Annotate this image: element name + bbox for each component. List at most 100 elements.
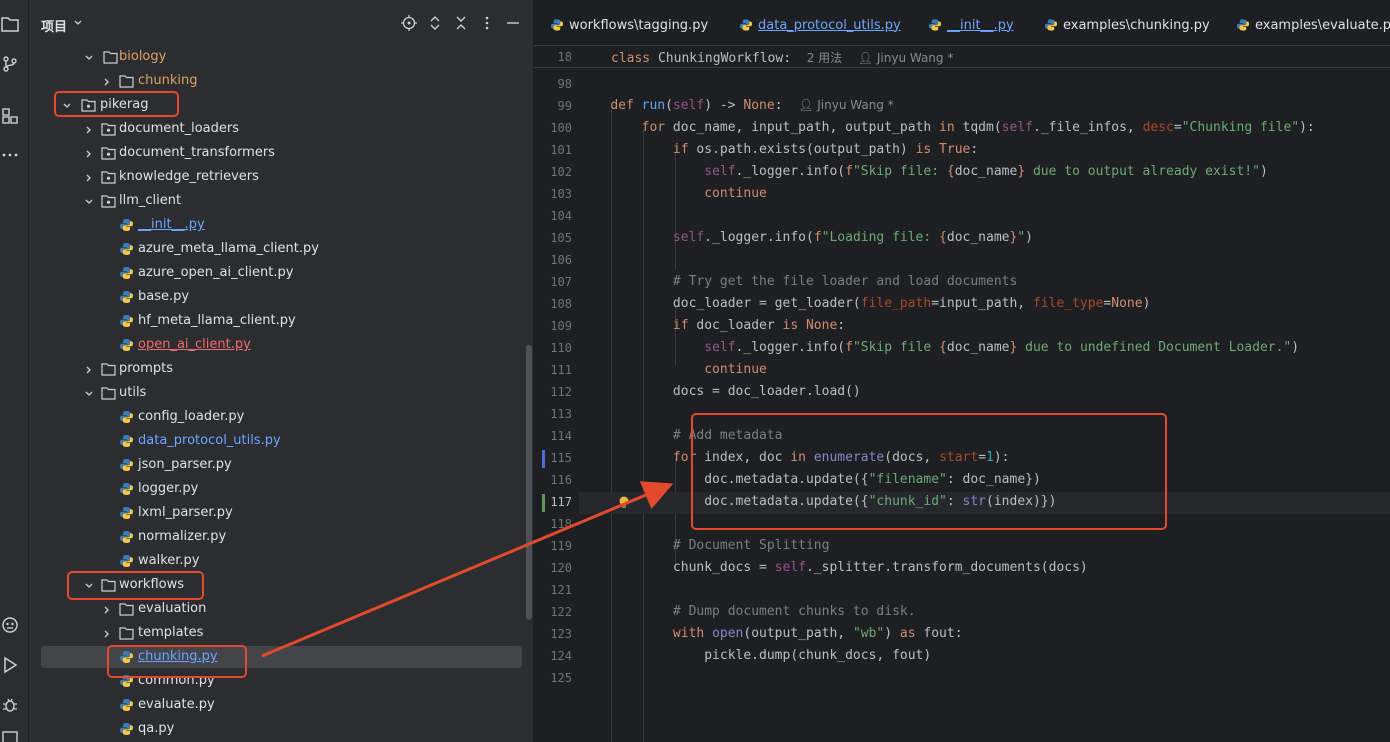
code-line[interactable]: def run(self) -> None: 👤︎ Jinyu Wang *: [579, 98, 893, 113]
tree-folder[interactable]: workflows: [29, 573, 529, 597]
collapse-all-icon[interactable]: [453, 15, 469, 31]
run-icon[interactable]: [0, 655, 20, 675]
line-number[interactable]: 101: [534, 143, 572, 157]
tree-file[interactable]: walker.py: [29, 549, 529, 573]
code-line[interactable]: if os.path.exists(output_path) is True:: [579, 142, 978, 157]
tree-folder[interactable]: pikerag: [29, 93, 529, 117]
tree-file[interactable]: chunking.py: [29, 645, 529, 669]
debug-icon[interactable]: [0, 695, 20, 715]
tree-folder[interactable]: knowledge_retrievers: [29, 165, 529, 189]
chevron-right-icon[interactable]: [84, 148, 94, 158]
line-number[interactable]: 110: [534, 341, 572, 355]
line-number[interactable]: 106: [534, 253, 572, 267]
tree-file[interactable]: common.py: [29, 669, 529, 693]
code-line[interactable]: pickle.dump(chunk_docs, fout): [579, 648, 931, 663]
line-number[interactable]: 118: [534, 517, 572, 531]
expand-all-icon[interactable]: [427, 15, 443, 31]
editor-tab[interactable]: workflows\tagging.py: [550, 15, 708, 35]
editor-tab[interactable]: __init__.py: [928, 15, 1014, 35]
code-line[interactable]: # Try get the file loader and load docum…: [579, 274, 1017, 289]
line-number[interactable]: 114: [534, 429, 572, 443]
chevron-down-icon[interactable]: [84, 388, 94, 398]
terminal-icon[interactable]: [0, 728, 20, 742]
line-number[interactable]: 108: [534, 297, 572, 311]
editor-tab[interactable]: examples\evaluate.py: [1236, 15, 1390, 35]
chevron-down-icon[interactable]: [73, 18, 83, 28]
tree-file[interactable]: hf_meta_llama_client.py: [29, 309, 529, 333]
chevron-right-icon[interactable]: [84, 364, 94, 374]
chevron-right-icon[interactable]: [84, 124, 94, 134]
line-number[interactable]: 121: [534, 583, 572, 597]
code-line[interactable]: doc_loader = get_loader(file_path=input_…: [579, 296, 1150, 311]
tree-scrollbar[interactable]: [526, 345, 532, 620]
line-number[interactable]: 98: [534, 77, 572, 91]
code-line[interactable]: self._logger.info(f"Loading file: {doc_n…: [579, 230, 1033, 245]
tree-file[interactable]: open_ai_client.py: [29, 333, 529, 357]
code-line[interactable]: for doc_name, input_path, output_path in…: [579, 120, 1315, 135]
code-line[interactable]: self._logger.info(f"Skip file: {doc_name…: [579, 164, 1268, 179]
lightbulb-icon[interactable]: [618, 495, 630, 515]
tree-folder[interactable]: biology: [29, 45, 529, 69]
line-number[interactable]: 102: [534, 165, 572, 179]
project-title[interactable]: 项目: [41, 16, 67, 35]
code-line[interactable]: for index, doc in enumerate(docs, start=…: [579, 450, 1010, 465]
chevron-right-icon[interactable]: [102, 76, 112, 86]
code-line[interactable]: continue: [579, 186, 767, 201]
line-number[interactable]: 111: [534, 363, 572, 377]
code-line[interactable]: doc.metadata.update({"chunk_id": str(ind…: [579, 494, 1056, 509]
chevron-down-icon[interactable]: [84, 196, 94, 206]
tree-file[interactable]: azure_meta_llama_client.py: [29, 237, 529, 261]
tree-folder[interactable]: templates: [29, 621, 529, 645]
line-number[interactable]: 113: [534, 407, 572, 421]
minimize-icon[interactable]: [505, 15, 521, 31]
ai-assistant-icon[interactable]: [0, 615, 20, 635]
line-number[interactable]: 122: [534, 605, 572, 619]
code-line[interactable]: with open(output_path, "wb") as fout:: [579, 626, 963, 641]
usages-hint[interactable]: 2 用法: [807, 51, 842, 65]
editor-tab[interactable]: examples\chunking.py: [1044, 15, 1210, 35]
tree-file[interactable]: qa.py: [29, 717, 529, 741]
code-line[interactable]: chunk_docs = self._splitter.transform_do…: [579, 560, 1088, 575]
code-line[interactable]: # Document Splitting: [579, 538, 830, 553]
line-number[interactable]: 115: [534, 451, 572, 465]
chevron-right-icon[interactable]: [102, 604, 112, 614]
code-line[interactable]: # Dump document chunks to disk.: [579, 604, 916, 619]
line-number[interactable]: 116: [534, 473, 572, 487]
line-number[interactable]: 107: [534, 275, 572, 289]
line-number[interactable]: 125: [534, 671, 572, 685]
tree-file[interactable]: __init__.py: [29, 213, 529, 237]
tree-file[interactable]: logger.py: [29, 477, 529, 501]
line-number[interactable]: 124: [534, 649, 572, 663]
chevron-down-icon[interactable]: [84, 580, 94, 590]
code-line[interactable]: docs = doc_loader.load(): [579, 384, 861, 399]
line-number[interactable]: 100: [534, 121, 572, 135]
code-line[interactable]: self._logger.info(f"Skip file {doc_name}…: [579, 340, 1299, 355]
line-number[interactable]: 117: [534, 495, 572, 509]
tree-file[interactable]: base.py: [29, 285, 529, 309]
line-number[interactable]: 103: [534, 187, 572, 201]
tree-file[interactable]: json_parser.py: [29, 453, 529, 477]
line-number[interactable]: 109: [534, 319, 572, 333]
code-line[interactable]: continue: [579, 362, 767, 377]
tree-folder[interactable]: llm_client: [29, 189, 529, 213]
tree-file[interactable]: config_loader.py: [29, 405, 529, 429]
line-number[interactable]: 104: [534, 209, 572, 223]
line-number[interactable]: 112: [534, 385, 572, 399]
structure-icon[interactable]: [0, 106, 20, 126]
tree-folder[interactable]: prompts: [29, 357, 529, 381]
code-line[interactable]: doc.metadata.update({"filename": doc_nam…: [579, 472, 1041, 487]
sticky-header[interactable]: 18 class ChunkingWorkflow: 2 用法 👤︎ Jinyu…: [534, 46, 1390, 68]
line-number[interactable]: 105: [534, 231, 572, 245]
chevron-down-icon[interactable]: [62, 100, 72, 110]
more-icon[interactable]: [0, 145, 20, 165]
tree-file[interactable]: lxml_parser.py: [29, 501, 529, 525]
editor-tab[interactable]: data_protocol_utils.py: [739, 15, 901, 35]
folder-icon[interactable]: [0, 14, 20, 34]
tree-folder[interactable]: chunking: [29, 69, 529, 93]
options-icon[interactable]: [479, 15, 495, 31]
line-number[interactable]: 99: [534, 99, 572, 113]
chevron-right-icon[interactable]: [84, 172, 94, 182]
tree-folder[interactable]: document_transformers: [29, 141, 529, 165]
tree-folder[interactable]: utils: [29, 381, 529, 405]
chevron-down-icon[interactable]: [84, 52, 94, 62]
